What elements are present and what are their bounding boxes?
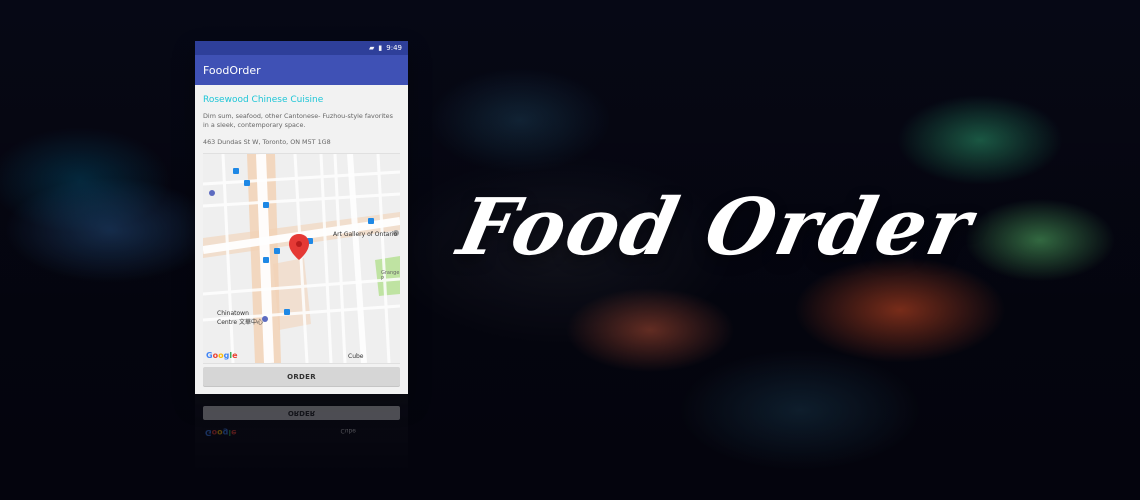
order-button-reflection: ORDER xyxy=(203,406,400,420)
phone-screenshot: ▰ ▮ 9:49 FoodOrder Rosewood Chinese Cuis… xyxy=(195,41,408,394)
status-bar: ▰ ▮ 9:49 xyxy=(195,41,408,55)
app-bar: FoodOrder xyxy=(195,55,408,85)
map-graphics xyxy=(203,154,400,363)
cube-label-reflection: Cube xyxy=(340,427,357,434)
google-logo-reflection: Google xyxy=(205,428,237,437)
map-label-chinatown: Chinatown Centre 文華中心 xyxy=(217,310,263,326)
status-time: 9:49 xyxy=(386,44,402,52)
hero-title: Food Order xyxy=(450,182,982,273)
map-label-grange-park: Grange P xyxy=(381,270,400,282)
map-label-cube: Cube xyxy=(348,353,364,360)
battery-icon: ▮ xyxy=(378,44,383,52)
app-title: FoodOrder xyxy=(203,63,261,77)
restaurant-address: 463 Dundas St W, Toronto, ON M5T 1G8 xyxy=(203,138,331,146)
phone-reflection: ORDER Google Cube xyxy=(195,394,408,500)
order-button[interactable]: ORDER xyxy=(203,367,400,387)
signal-icon: ▰ xyxy=(369,44,375,52)
map-label-art-gallery: Art Gallery of Ontario xyxy=(333,231,398,238)
restaurant-name: Rosewood Chinese Cuisine xyxy=(203,95,324,105)
order-area: ORDER xyxy=(195,367,408,387)
google-logo: Google xyxy=(206,351,238,360)
map[interactable]: Art Gallery of Ontario Chinatown Centre … xyxy=(203,153,400,364)
restaurant-details: Rosewood Chinese Cuisine Dim sum, seafoo… xyxy=(195,85,408,364)
restaurant-description: Dim sum, seafood, other Cantonese- Fuzho… xyxy=(203,112,393,129)
